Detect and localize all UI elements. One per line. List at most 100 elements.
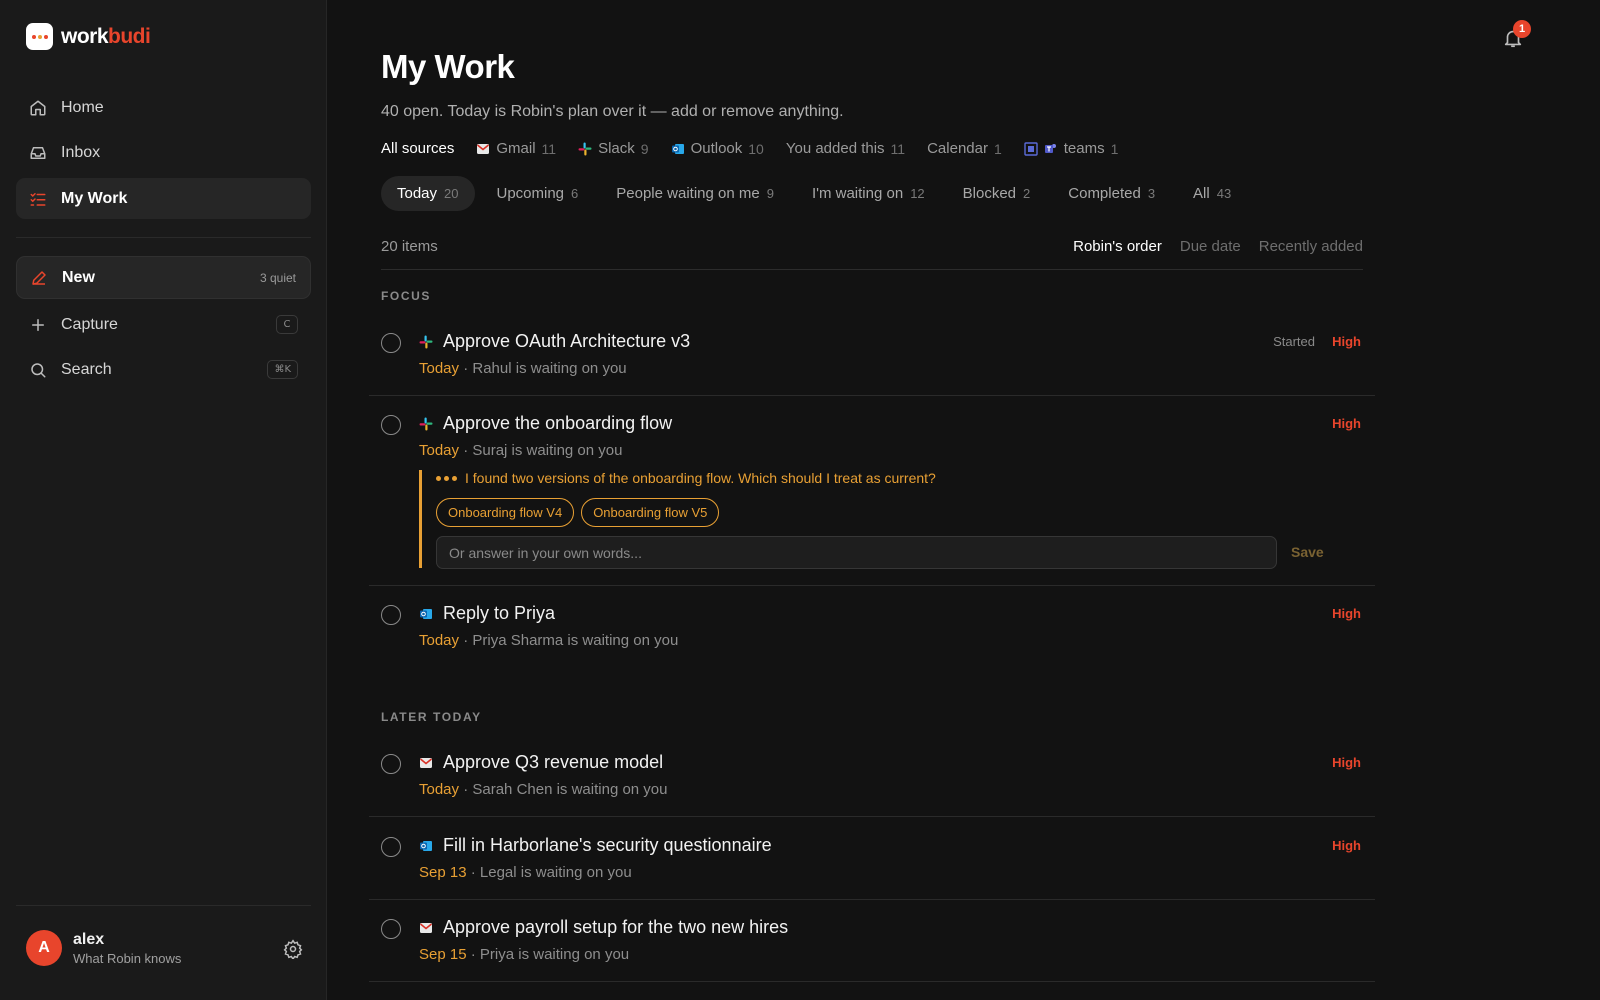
task-title[interactable]: Approve payroll setup for the two new hi…: [443, 917, 788, 938]
task-meta: Sep 13 · Legal is waiting on you: [419, 864, 632, 881]
search-shortcut: ⌘K: [267, 360, 298, 379]
priority-badge: High: [1332, 334, 1361, 349]
task-title[interactable]: Fill in Harborlane's security questionna…: [443, 835, 772, 856]
save-button[interactable]: Save: [1291, 544, 1324, 560]
source-all[interactable]: All sources: [381, 140, 454, 157]
task-due: Today: [419, 442, 460, 459]
assistant-dots-icon: [436, 475, 457, 481]
gear-icon[interactable]: [283, 939, 303, 959]
tab-label: People waiting on me: [616, 185, 760, 202]
checklist-icon: [30, 192, 46, 206]
source-teams[interactable]: teams 1: [1024, 140, 1118, 157]
source-label: teams: [1063, 140, 1105, 157]
source-calendar[interactable]: Calendar 1: [927, 140, 1002, 157]
tab-people-waiting[interactable]: People waiting on me 9: [600, 176, 790, 211]
clarifying-question: I found two versions of the onboarding f…: [419, 470, 1349, 569]
quiet-count: 3 quiet: [259, 270, 296, 285]
task-due: Sep 15: [419, 946, 467, 963]
sort-due-date[interactable]: Due date: [1180, 238, 1241, 269]
task-meta: Today · Suraj is waiting on you: [419, 442, 622, 459]
sidebar-item-label: Inbox: [61, 143, 101, 161]
sort-options: Robin's order Due date Recently added: [1073, 238, 1363, 269]
outlook-icon: [420, 841, 432, 851]
priority-badge: High: [1332, 416, 1361, 431]
list-toolbar: 20 items Robin's order Due date Recently…: [381, 238, 1363, 270]
source-count: 1: [993, 140, 1002, 157]
tab-completed[interactable]: Completed 3: [1052, 176, 1171, 211]
task-row[interactable]: Reply to Priya Today · Priya Sharma is w…: [369, 590, 1375, 668]
task-checkbox[interactable]: [381, 605, 401, 625]
user-profile[interactable]: A alex What Robin knows: [26, 930, 181, 966]
task-row[interactable]: Fill in Harborlane's security questionna…: [369, 822, 1375, 900]
sidebar-item-my-work[interactable]: My Work: [16, 178, 311, 219]
tab-count: 12: [910, 186, 925, 201]
task-row[interactable]: Approve OAuth Architecture v3 Today · Ra…: [369, 318, 1375, 396]
gmail-icon: [419, 758, 433, 768]
search-button[interactable]: Search ⌘K: [16, 349, 311, 390]
logo[interactable]: workbudi: [26, 23, 151, 50]
tab-label: Today: [397, 185, 438, 202]
outlook-icon: [671, 143, 684, 154]
task-meta: Today · Sarah Chen is waiting on you: [419, 781, 668, 798]
task-waiting: Suraj is waiting on you: [472, 442, 623, 459]
task-checkbox[interactable]: [381, 415, 401, 435]
task-waiting: Priya is waiting on you: [479, 946, 630, 963]
task-checkbox[interactable]: [381, 837, 401, 857]
task-title[interactable]: Reply to Priya: [443, 603, 555, 624]
task-title[interactable]: Approve Q3 revenue model: [443, 752, 663, 773]
sidebar-item-home[interactable]: Home: [16, 87, 311, 128]
tab-upcoming[interactable]: Upcoming 6: [481, 176, 595, 211]
meta-separator: ·: [459, 360, 473, 377]
task-title[interactable]: Approve OAuth Architecture v3: [443, 331, 690, 352]
source-count: 11: [541, 140, 557, 157]
sidebar-item-inbox[interactable]: Inbox: [16, 132, 311, 173]
task-waiting: Legal is waiting on you: [479, 864, 632, 881]
capture-button[interactable]: Capture C: [16, 304, 311, 345]
task-due: Sep 13: [419, 864, 467, 881]
sidebar: workbudi Home Inbox My Work New 3 quiet …: [0, 0, 327, 1000]
tab-blocked[interactable]: Blocked 2: [947, 176, 1047, 211]
tab-today[interactable]: Today 20: [381, 176, 475, 211]
priority-badge: High: [1332, 755, 1361, 770]
tab-count: 20: [444, 186, 459, 201]
search-icon: [31, 362, 46, 377]
page-title: My Work: [381, 48, 515, 85]
source-count: 9: [640, 140, 649, 157]
task-waiting: Rahul is waiting on you: [472, 360, 627, 377]
source-gmail[interactable]: Gmail 11: [476, 140, 556, 157]
meta-separator: ·: [466, 864, 480, 881]
task-row[interactable]: Approve payroll setup for the two new hi…: [369, 904, 1375, 982]
tab-count: 43: [1216, 186, 1232, 201]
section-label-focus: FOCUS: [381, 289, 431, 303]
task-meta: Today · Priya Sharma is waiting on you: [419, 632, 678, 649]
inbox-icon: [30, 146, 46, 159]
tab-im-waiting[interactable]: I'm waiting on 12: [796, 176, 941, 211]
tab-all[interactable]: All 43: [1177, 176, 1247, 211]
task-row[interactable]: Approve Q3 revenue model Today · Sarah C…: [369, 739, 1375, 817]
task-checkbox[interactable]: [381, 919, 401, 939]
page-subtitle: 40 open. Today is Robin's plan over it —…: [381, 103, 844, 120]
slack-icon: [578, 142, 592, 155]
tab-label: Completed: [1068, 185, 1141, 202]
sort-recently-added[interactable]: Recently added: [1259, 238, 1363, 269]
new-button[interactable]: New 3 quiet: [16, 256, 311, 299]
option-chip-v5[interactable]: Onboarding flow V5: [581, 498, 720, 527]
sort-robins-order[interactable]: Robin's order: [1073, 238, 1162, 269]
answer-input[interactable]: [436, 536, 1277, 569]
tab-count: 2: [1023, 186, 1031, 201]
status-badge: Started: [1273, 334, 1315, 349]
tab-label: All: [1193, 185, 1210, 202]
task-title[interactable]: Approve the onboarding flow: [443, 413, 672, 434]
task-checkbox[interactable]: [381, 333, 401, 353]
task-checkbox[interactable]: [381, 754, 401, 774]
source-label: Gmail: [496, 140, 536, 157]
source-outlook[interactable]: Outlook 10: [671, 140, 764, 157]
task-row[interactable]: Approve the onboarding flow Today · Sura…: [369, 400, 1375, 586]
source-count: 11: [890, 140, 906, 157]
option-chip-v4[interactable]: Onboarding flow V4: [436, 498, 575, 527]
source-slack[interactable]: Slack 9: [578, 140, 649, 157]
source-manual[interactable]: You added this 11: [786, 140, 905, 157]
task-due: Today: [419, 781, 460, 798]
tab-count: 3: [1147, 186, 1156, 201]
logo-mark-icon: [26, 23, 53, 50]
